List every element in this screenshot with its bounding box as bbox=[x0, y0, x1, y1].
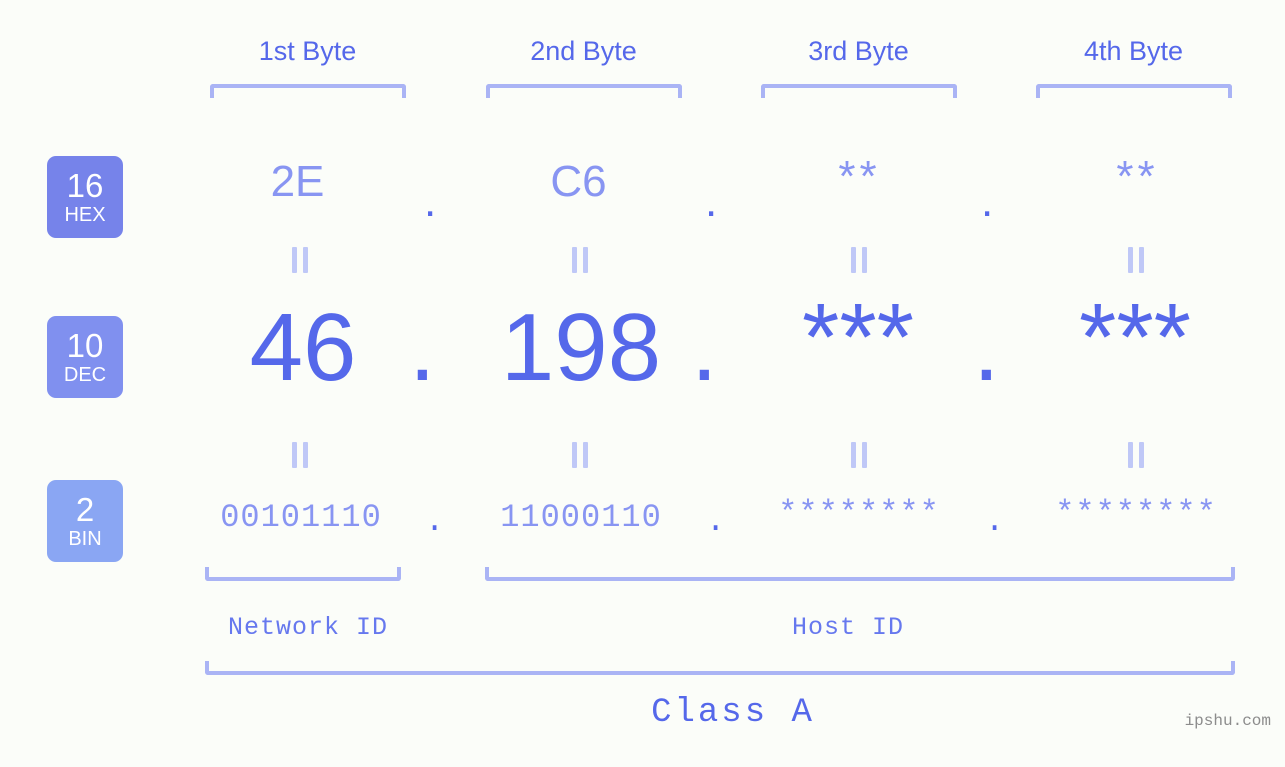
base-badge-dec: 10 DEC bbox=[47, 316, 123, 398]
bin-separator-1: . bbox=[425, 503, 445, 540]
byte-label-4: 4th Byte bbox=[1083, 36, 1184, 66]
bin-octet-1: 00101110 bbox=[220, 499, 382, 536]
host-id-label: Host ID bbox=[791, 613, 905, 642]
network-id-label: Network ID bbox=[227, 613, 389, 642]
dec-octet-4-masked: *** bbox=[1078, 284, 1192, 391]
base-badge-hex-number: 16 bbox=[66, 167, 104, 204]
base-badge-bin: 2 BIN bbox=[47, 480, 123, 562]
bin-octet-3-masked: ******** bbox=[778, 495, 940, 532]
base-badge-dec-number: 10 bbox=[66, 327, 104, 364]
dec-octet-2: 198 bbox=[500, 294, 662, 401]
equals-connector-dec-bin-1 bbox=[292, 442, 308, 468]
site-watermark: ipshu.com bbox=[1184, 712, 1271, 730]
dec-separator-1: . bbox=[409, 294, 436, 401]
byte-bracket-4 bbox=[1036, 84, 1232, 98]
base-badge-bin-number: 2 bbox=[75, 491, 95, 528]
base-badge-hex-abbr: HEX bbox=[64, 204, 106, 226]
equals-connector-hex-dec-4 bbox=[1128, 247, 1144, 273]
dec-octet-3-masked: *** bbox=[801, 284, 915, 391]
byte-bracket-3 bbox=[761, 84, 957, 98]
byte-label-2: 2nd Byte bbox=[530, 36, 637, 66]
equals-connector-hex-dec-1 bbox=[292, 247, 308, 273]
hex-octet-2: C6 bbox=[550, 157, 607, 206]
equals-connector-hex-dec-2 bbox=[572, 247, 588, 273]
base-badge-hex: 16 HEX bbox=[47, 156, 123, 238]
byte-bracket-1 bbox=[210, 84, 406, 98]
bin-separator-3: . bbox=[985, 503, 1005, 540]
hex-octet-1: 2E bbox=[270, 157, 325, 206]
equals-connector-hex-dec-3 bbox=[851, 247, 867, 273]
byte-label-1: 1st Byte bbox=[258, 36, 357, 66]
bin-octet-4-masked: ******** bbox=[1055, 495, 1217, 532]
hex-octet-4-masked: ** bbox=[1116, 152, 1159, 201]
dec-separator-2: . bbox=[691, 294, 718, 401]
equals-connector-dec-bin-3 bbox=[851, 442, 867, 468]
network-id-bracket bbox=[205, 567, 401, 581]
byte-bracket-2 bbox=[486, 84, 682, 98]
equals-connector-dec-bin-4 bbox=[1128, 442, 1144, 468]
dec-separator-3: . bbox=[973, 294, 1000, 401]
hex-separator-3: . bbox=[981, 177, 994, 226]
class-label: Class A bbox=[651, 694, 815, 732]
bin-separator-2: . bbox=[706, 503, 726, 540]
base-badge-bin-abbr: BIN bbox=[68, 528, 102, 550]
base-badge-dec-abbr: DEC bbox=[63, 364, 107, 386]
class-bracket bbox=[205, 661, 1235, 675]
hex-separator-1: . bbox=[424, 177, 437, 226]
equals-connector-dec-bin-2 bbox=[572, 442, 588, 468]
bin-octet-2: 11000110 bbox=[500, 499, 662, 536]
byte-label-3: 3rd Byte bbox=[808, 36, 909, 66]
hex-octet-3-masked: ** bbox=[838, 152, 881, 201]
host-id-bracket bbox=[485, 567, 1235, 581]
hex-separator-2: . bbox=[705, 177, 718, 226]
ip-address-breakdown-diagram: 1st Byte 2nd Byte 3rd Byte 4th Byte 16 H… bbox=[0, 0, 1285, 767]
dec-octet-1: 46 bbox=[249, 294, 357, 401]
